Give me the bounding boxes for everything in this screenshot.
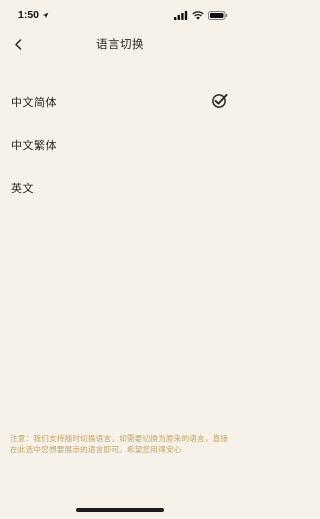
status-time-text: 1:50 <box>18 9 40 21</box>
cellular-signal-icon <box>174 10 188 20</box>
navigation-bar: 语言切换 <box>0 30 240 58</box>
notice-text: 注意：我们支持随时切换语言，如需要切换为原来的语言，直接在此选中您想要展示的语言… <box>10 434 229 454</box>
language-label: 英文 <box>11 181 34 195</box>
battery-icon <box>208 10 228 20</box>
wifi-icon <box>192 10 204 20</box>
language-label: 中文繁体 <box>11 138 57 152</box>
status-indicators <box>174 10 228 20</box>
language-list: 中文简体 中文繁体 英文 <box>0 80 240 209</box>
language-label: 中文简体 <box>11 95 57 109</box>
home-indicator <box>76 508 164 512</box>
language-option-traditional-chinese[interactable]: 中文繁体 <box>0 123 240 166</box>
status-time: 1:50 <box>18 9 49 21</box>
language-option-english[interactable]: 英文 <box>0 166 240 209</box>
chevron-left-icon <box>15 38 22 50</box>
status-bar: 1:50 <box>0 0 240 30</box>
location-arrow-icon <box>42 12 49 18</box>
language-option-simplified-chinese[interactable]: 中文简体 <box>0 80 240 123</box>
checkmark-icon <box>212 93 228 108</box>
back-button[interactable] <box>9 35 27 53</box>
page-title: 语言切换 <box>96 37 144 51</box>
